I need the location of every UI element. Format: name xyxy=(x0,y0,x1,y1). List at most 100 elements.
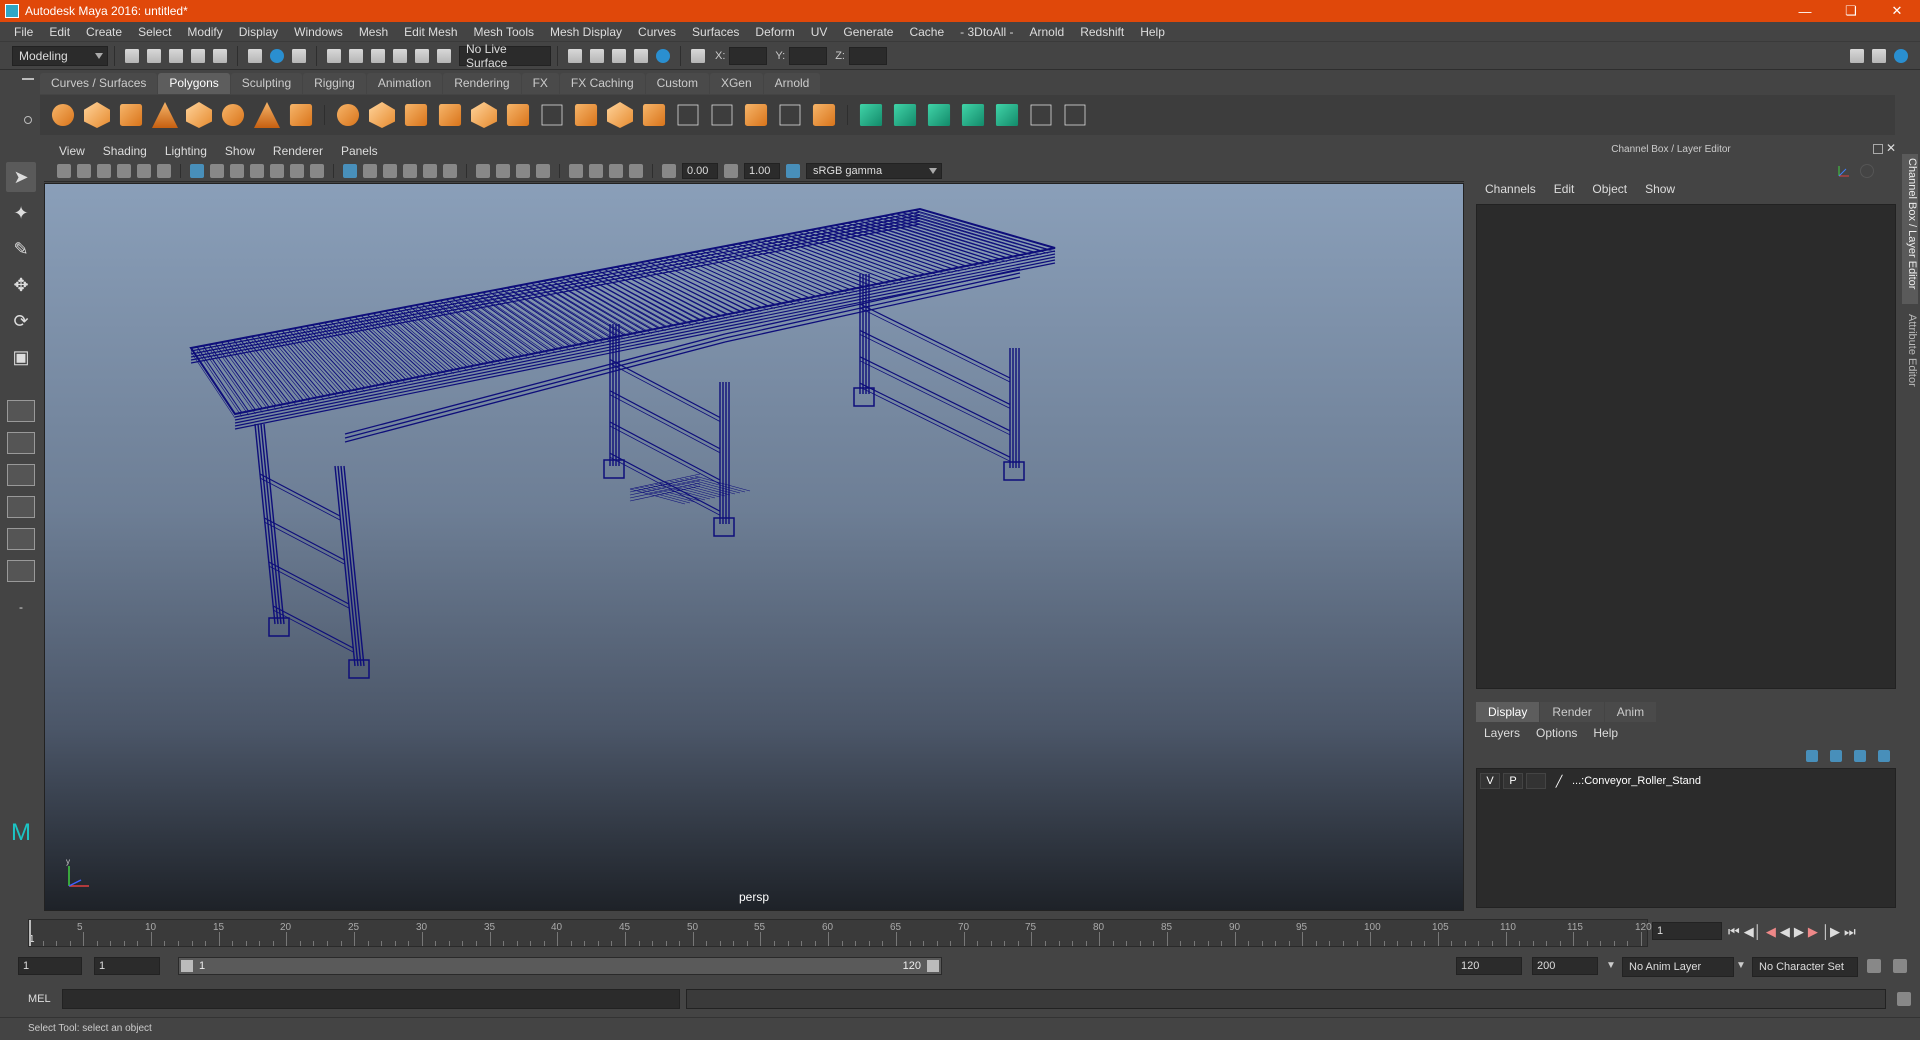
fill-hole-icon[interactable] xyxy=(642,103,666,127)
cb-menu-show[interactable]: Show xyxy=(1636,182,1684,202)
gate-mask-icon[interactable] xyxy=(250,163,264,178)
grid-icon[interactable] xyxy=(190,163,204,178)
menu-redshift[interactable]: Redshift xyxy=(1072,25,1132,39)
uv-automatic-icon[interactable] xyxy=(961,103,985,127)
transform-input-icon[interactable] xyxy=(691,48,705,63)
menu-generate[interactable]: Generate xyxy=(835,25,901,39)
cb-menu-edit[interactable]: Edit xyxy=(1545,182,1584,202)
range-start-handle[interactable] xyxy=(181,960,193,972)
live-surface-field[interactable]: No Live Surface xyxy=(459,42,551,70)
step-forward-key-icon[interactable]: ▶ xyxy=(1808,924,1818,940)
menu-arnold[interactable]: Arnold xyxy=(1022,25,1073,39)
snap-surface-icon[interactable] xyxy=(415,48,429,63)
multisample-aa-icon[interactable] xyxy=(516,163,530,178)
conveyor-roller-stand-wireframe[interactable] xyxy=(45,184,1464,911)
save-scene-icon[interactable] xyxy=(169,48,183,63)
layer-menu-layers[interactable]: Layers xyxy=(1476,726,1528,744)
poly-torus-icon[interactable] xyxy=(221,103,245,127)
range-end-handle[interactable] xyxy=(927,960,939,972)
smooth-icon[interactable] xyxy=(471,102,497,128)
mirror-icon[interactable] xyxy=(438,103,462,127)
vp-menu-show[interactable]: Show xyxy=(216,144,264,158)
menu-windows[interactable]: Windows xyxy=(286,25,351,39)
resolution-gate-icon[interactable] xyxy=(230,163,244,178)
menu-display[interactable]: Display xyxy=(231,25,286,39)
gamma-icon[interactable] xyxy=(724,163,738,178)
anim-end-field[interactable]: 120 xyxy=(1456,957,1522,975)
range-slider[interactable]: 1 120 xyxy=(178,957,942,975)
lasso-tool-icon[interactable]: ✦ xyxy=(6,198,36,228)
image-plane-icon[interactable] xyxy=(117,163,131,178)
poly-cube-icon[interactable] xyxy=(84,102,110,128)
shelf-tab-rendering[interactable]: Rendering xyxy=(443,73,521,94)
wireframe-on-shaded-icon[interactable] xyxy=(383,163,397,178)
menu-select[interactable]: Select xyxy=(130,25,179,39)
channel-box-sync-icon[interactable] xyxy=(1860,164,1874,178)
four-view-layout-icon[interactable] xyxy=(7,432,35,454)
multi-cut-icon[interactable] xyxy=(541,104,563,126)
shelf-tab-fx-caching[interactable]: FX Caching xyxy=(559,73,645,94)
toggle-modeling-toolkit-icon[interactable] xyxy=(1850,49,1864,63)
poly-plane-icon[interactable] xyxy=(186,102,212,128)
anim-layer-arrow-icon[interactable]: ▼ xyxy=(1736,960,1746,971)
persp-outliner-layout-icon[interactable] xyxy=(7,464,35,486)
open-scene-icon[interactable] xyxy=(147,48,161,63)
render-icon[interactable] xyxy=(590,48,604,63)
close-icon[interactable]: ✕ xyxy=(1874,3,1920,19)
menu-cache[interactable]: Cache xyxy=(901,25,952,39)
maximize-icon[interactable]: ❏ xyxy=(1828,3,1874,19)
layer-playback-toggle[interactable]: P xyxy=(1503,773,1523,789)
separate-icon[interactable] xyxy=(369,102,395,128)
layer-menu-help[interactable]: Help xyxy=(1585,726,1626,744)
isolate-select-icon[interactable] xyxy=(569,163,583,178)
channel-box-list[interactable] xyxy=(1476,204,1896,689)
move-tool-icon[interactable]: ✥ xyxy=(6,270,36,300)
maya-home-icon[interactable]: M xyxy=(6,818,36,848)
menu-create[interactable]: Create xyxy=(78,25,130,39)
layer-menu-options[interactable]: Options xyxy=(1528,726,1585,744)
layer-tab-anim[interactable]: Anim xyxy=(1604,702,1657,722)
end-time-field[interactable]: 200 xyxy=(1532,957,1598,975)
channel-box-transform-icon[interactable] xyxy=(1836,164,1852,180)
uv-spherical-icon[interactable] xyxy=(927,103,951,127)
move-layer-up-icon[interactable] xyxy=(1806,750,1818,762)
xray-icon[interactable] xyxy=(589,163,603,178)
anim-layer-dropdown[interactable]: No Anim Layer xyxy=(1622,957,1734,977)
minimize-icon[interactable]: — xyxy=(1782,4,1828,19)
step-back-key-icon[interactable]: ◀ xyxy=(1766,924,1776,940)
color-management-icon[interactable] xyxy=(786,163,800,178)
snap-view-icon[interactable] xyxy=(393,48,407,63)
render-view-icon[interactable] xyxy=(568,48,582,63)
shelf-tab-animation[interactable]: Animation xyxy=(366,73,443,94)
script-editor-icon[interactable] xyxy=(1897,992,1911,1006)
combine-icon[interactable] xyxy=(336,103,360,127)
boolean-union-icon[interactable] xyxy=(404,103,428,127)
toggle-attribute-editor-icon[interactable] xyxy=(1872,49,1886,63)
layer-row[interactable]: V P ╱ ...:Conveyor_Roller_Stand xyxy=(1480,772,1890,790)
mel-label[interactable]: MEL xyxy=(28,993,51,1005)
y-field[interactable] xyxy=(789,46,828,65)
float-panel-icon[interactable] xyxy=(1873,144,1883,154)
layer-visibility-toggle[interactable]: V xyxy=(1480,773,1500,789)
toggle-channel-box-icon[interactable] xyxy=(1894,49,1908,63)
mode-dropdown[interactable]: Modeling xyxy=(12,45,108,66)
wireframe-icon[interactable] xyxy=(343,163,357,178)
render-settings-icon[interactable] xyxy=(634,48,648,63)
2d-pan-zoom-icon[interactable] xyxy=(137,163,151,178)
live-surface-icon[interactable] xyxy=(437,48,451,63)
scale-tool-icon[interactable]: ▣ xyxy=(6,342,36,372)
bridge-icon[interactable] xyxy=(607,102,633,128)
poly-pipe-icon[interactable] xyxy=(289,103,313,127)
play-forwards-icon[interactable]: ▶ xyxy=(1794,924,1804,940)
color-space-dropdown[interactable]: sRGB gamma xyxy=(806,162,942,179)
persp-uv-layout-icon[interactable] xyxy=(7,560,35,582)
poly-pyramid-icon[interactable] xyxy=(254,102,280,128)
menu-mesh[interactable]: Mesh xyxy=(351,25,396,39)
shelf-tab-fx[interactable]: FX xyxy=(521,73,559,94)
anim-start-field[interactable]: 1 xyxy=(94,957,160,975)
poly-cone-icon[interactable] xyxy=(152,102,178,128)
layer-display-type[interactable] xyxy=(1526,773,1546,789)
paint-select-tool-icon[interactable]: ✎ xyxy=(6,234,36,264)
shelf-tab-curves-surfaces[interactable]: Curves / Surfaces xyxy=(40,73,158,94)
textured-icon[interactable] xyxy=(403,163,417,178)
